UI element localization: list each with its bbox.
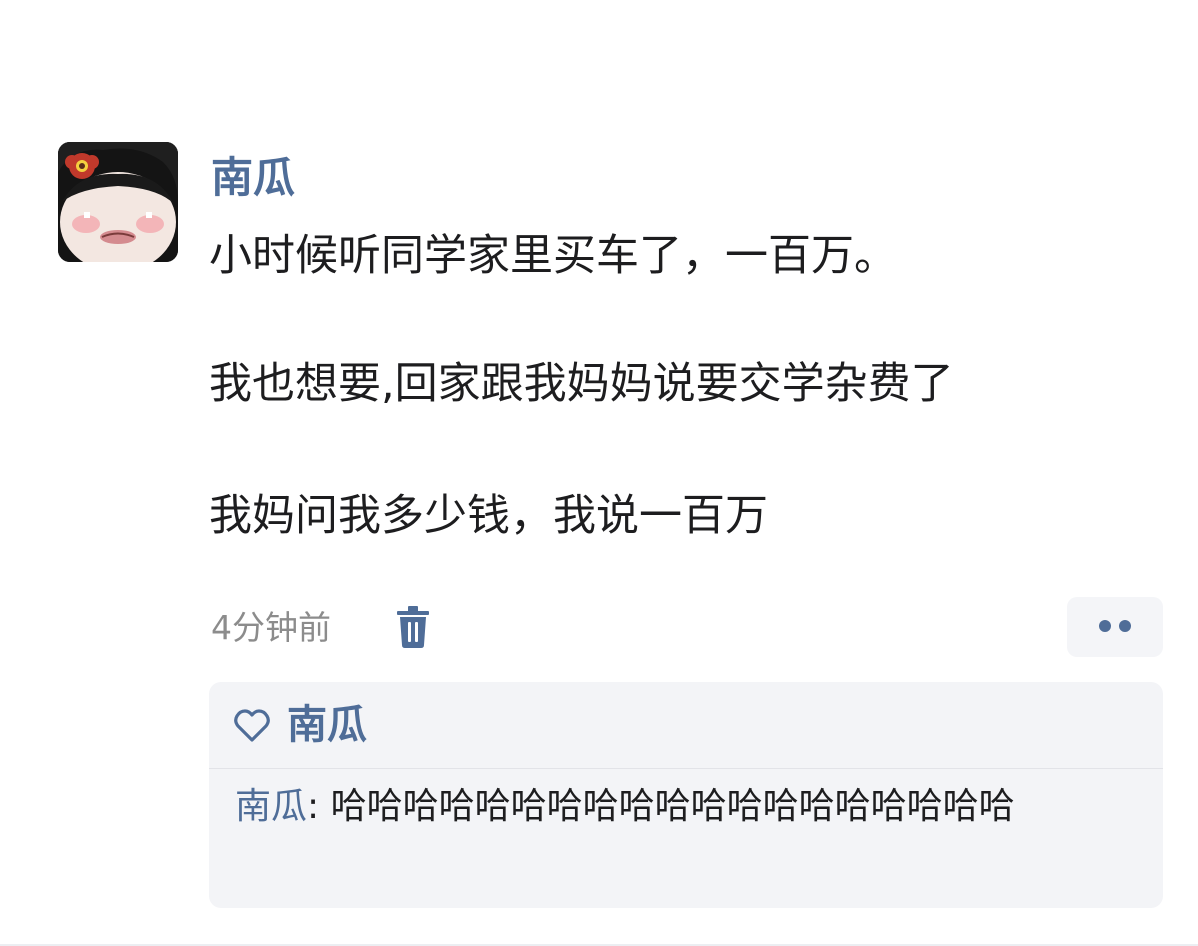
post-timestamp: 4分钟前 <box>211 608 331 647</box>
more-dots-icon <box>1099 620 1111 632</box>
more-dots-icon-dot <box>1119 620 1131 632</box>
likes-row: 南瓜 <box>209 682 1163 768</box>
more-button[interactable] <box>1067 597 1163 657</box>
post-author[interactable]: 南瓜 <box>211 150 295 206</box>
moment-post: 南瓜 小时候听同学家里买车了，一百万。 我也想要,回家跟我妈妈说要交学杂费了 我… <box>0 0 1198 946</box>
avatar-illustration <box>58 142 178 262</box>
like-user-name[interactable]: 南瓜 <box>287 699 367 751</box>
delete-button[interactable] <box>394 605 432 649</box>
comment-item[interactable]: 南瓜: 哈哈哈哈哈哈哈哈哈哈哈哈哈哈哈哈哈哈哈 <box>235 784 1150 830</box>
post-text-line-2: 我也想要,回家跟我妈妈说要交学杂费了 <box>209 359 954 409</box>
comment-separator: : <box>307 786 331 827</box>
comment-author[interactable]: 南瓜 <box>235 786 307 827</box>
panel-divider <box>209 768 1163 769</box>
post-text-line-3: 我妈问我多少钱，我说一百万 <box>209 491 768 541</box>
heart-icon <box>234 709 270 742</box>
post-text-line-1: 小时候听同学家里买车了，一百万。 <box>209 231 897 281</box>
interaction-panel: 南瓜 南瓜: 哈哈哈哈哈哈哈哈哈哈哈哈哈哈哈哈哈哈哈 <box>209 682 1163 908</box>
trash-icon <box>397 606 429 648</box>
avatar[interactable] <box>58 142 178 262</box>
comment-text: 哈哈哈哈哈哈哈哈哈哈哈哈哈哈哈哈哈哈哈 <box>330 786 1015 827</box>
